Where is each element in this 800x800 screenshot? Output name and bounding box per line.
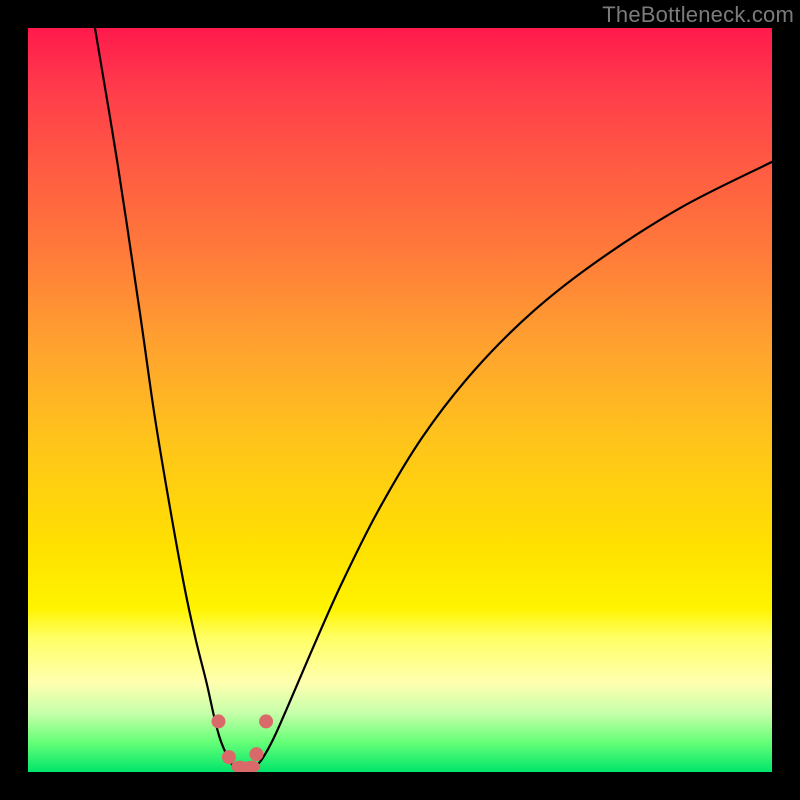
watermark-text: TheBottleneck.com xyxy=(602,2,794,28)
data-marker xyxy=(222,750,236,764)
chart-plot-area xyxy=(28,28,772,772)
chart-svg xyxy=(28,28,772,772)
data-marker xyxy=(249,747,263,761)
curve-right xyxy=(251,162,772,772)
data-marker xyxy=(259,714,273,728)
curve-left xyxy=(95,28,236,772)
data-marker xyxy=(211,714,225,728)
